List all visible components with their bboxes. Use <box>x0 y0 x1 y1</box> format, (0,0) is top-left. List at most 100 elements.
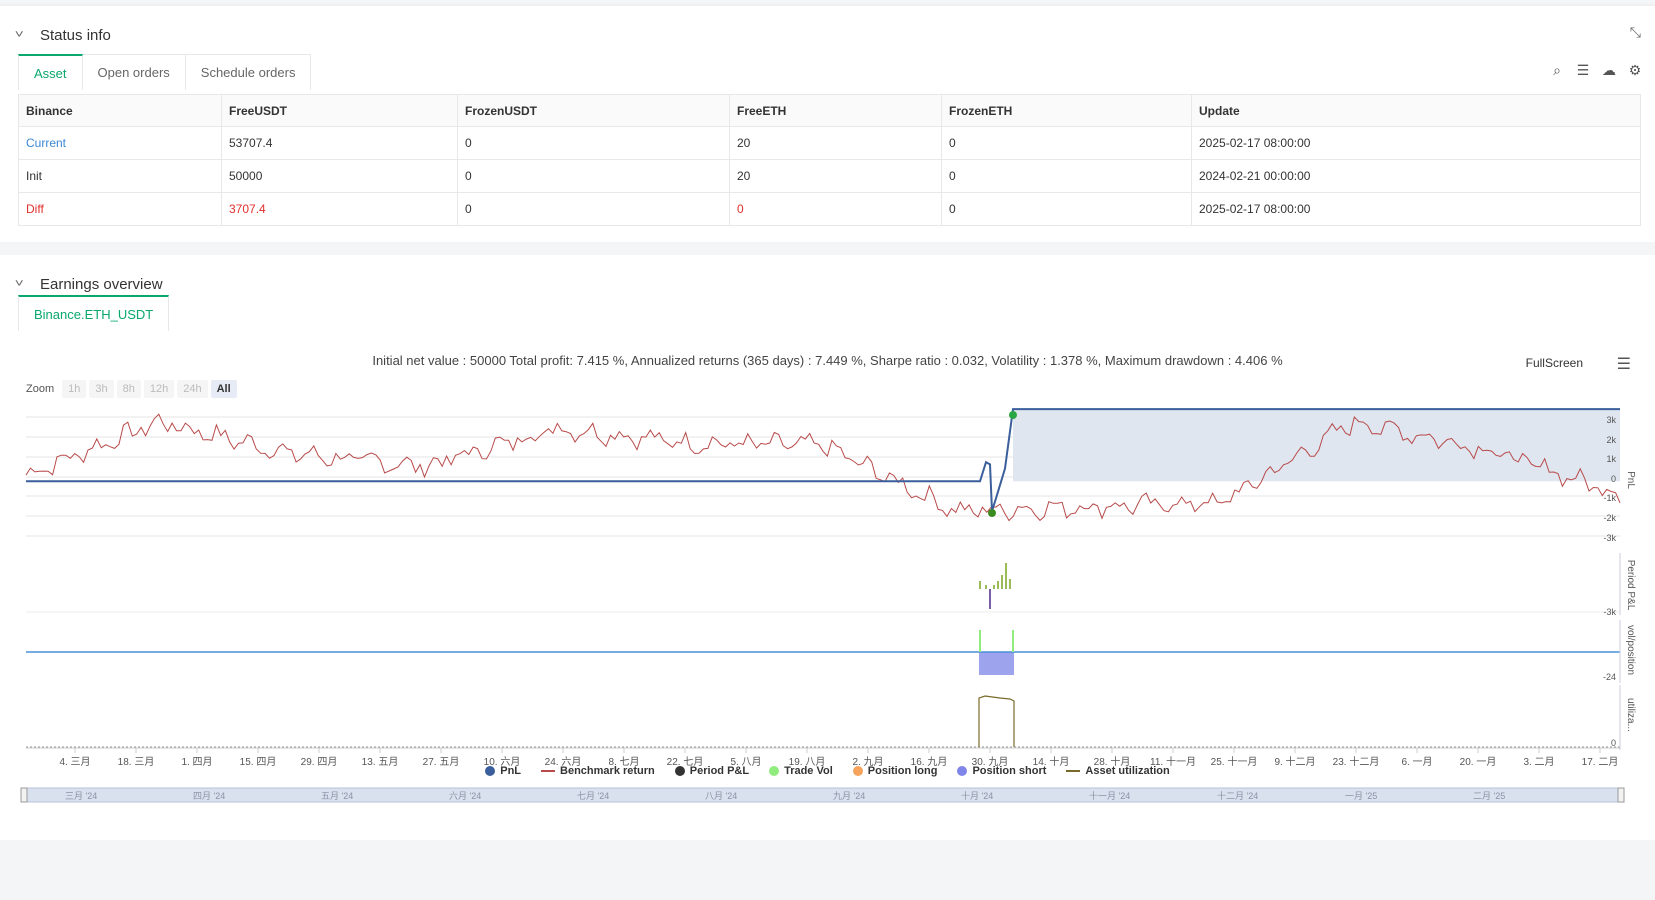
asset-table: Binance FreeUSDT FrozenUSDT FreeETH Froz… <box>18 94 1641 226</box>
legend-benchmark[interactable]: Benchmark return <box>541 765 655 777</box>
legend-label: Position short <box>972 765 1047 777</box>
period-bar <box>1001 575 1003 589</box>
table-row: Diff 3707.4 0 0 0 2025-02-17 08:00:00 <box>18 192 1641 226</box>
navigator-label: 一月 '25 <box>1345 791 1377 801</box>
legend-pnl[interactable]: PnL <box>485 765 521 777</box>
status-header[interactable]: ˅ Status info <box>15 23 111 47</box>
fullscreen-button[interactable]: FullScreen <box>1526 356 1583 370</box>
navigator-label: 八月 '24 <box>705 791 737 801</box>
period-y-tick: -3k <box>1603 607 1616 617</box>
zoom-3h-button[interactable]: 3h <box>89 380 114 398</box>
legend-label: Position long <box>867 765 938 777</box>
period-bar <box>993 585 995 589</box>
navigator-label: 十二月 '24 <box>1217 790 1258 801</box>
legend-dot-icon <box>485 766 496 776</box>
cloud-download-icon[interactable]: ☁ <box>1601 62 1617 78</box>
period-bar <box>1009 579 1011 589</box>
earnings-chart[interactable]: 3k 2k 1k 0 -1k -2k -3k PnL -3k Period P&… <box>0 405 1655 900</box>
table-cell: 2025-02-17 08:00:00 <box>1191 126 1641 160</box>
legend-period-pnl[interactable]: Period P&L <box>674 765 750 777</box>
col-binance: Binance <box>18 94 222 127</box>
table-row: Init 50000 0 20 0 2024-02-21 00:00:00 <box>18 159 1641 193</box>
zoom-all-button[interactable]: All <box>210 380 237 398</box>
position-short-area <box>979 652 1014 675</box>
table-cell: 0 <box>457 159 730 193</box>
performance-summary: Initial net value : 50000 Total profit: … <box>372 353 1283 368</box>
y-tick: -3k <box>1603 533 1616 543</box>
zoom-12h-button[interactable]: 12h <box>143 380 175 398</box>
col-frozeneth: FrozenETH <box>941 94 1192 127</box>
period-axis-title: Period P&L <box>1625 560 1636 611</box>
zoom-label: Zoom <box>26 383 55 395</box>
table-cell: 0 <box>941 159 1192 193</box>
legend-asset-utilization[interactable]: Asset utilization <box>1066 765 1170 777</box>
zoom-8h-button[interactable]: 8h <box>116 380 141 398</box>
hamburger-menu-icon[interactable]: ☰ <box>1617 354 1631 374</box>
chevron-down-icon[interactable]: ˅ <box>15 29 37 41</box>
y-tick: -1k <box>1603 493 1616 503</box>
navigator-label: 七月 '24 <box>577 791 609 801</box>
status-title: Status info <box>40 26 111 44</box>
legend-trade-vol[interactable]: Trade Vol <box>769 765 833 777</box>
period-bar <box>1005 563 1007 589</box>
period-bar <box>985 585 987 589</box>
legend-label: Period P&L <box>689 765 750 777</box>
zoom-1h-button[interactable]: 1h <box>62 380 87 398</box>
y-tick: -2k <box>1603 513 1616 523</box>
zoom-controls: Zoom 1h 3h 8h 12h 24h All <box>26 380 237 398</box>
table-cell: 3707.4 <box>221 192 458 226</box>
earnings-title: Earnings overview <box>40 275 163 293</box>
expand-icon[interactable]: ⤡ <box>1630 24 1641 41</box>
gear-icon[interactable]: ⚙ <box>1627 62 1643 78</box>
table-row: Current 53707.4 0 20 0 2025-02-17 08:00:… <box>18 126 1641 160</box>
col-freeeth: FreeETH <box>729 94 942 127</box>
y-tick: 1k <box>1606 454 1616 464</box>
table-cell: 20 <box>729 126 942 160</box>
y-tick: 2k <box>1606 435 1616 445</box>
table-header-row: Binance FreeUSDT FrozenUSDT FreeETH Froz… <box>18 94 1641 127</box>
navigator-handle-left[interactable] <box>20 787 28 803</box>
navigator-label: 十一月 '24 <box>1089 790 1130 801</box>
chart-legend: PnL Benchmark return Period P&L Trade Vo… <box>0 765 1655 777</box>
chevron-down-icon[interactable]: ˅ <box>15 278 37 290</box>
earnings-header[interactable]: ˅ Earnings overview <box>15 272 163 296</box>
table-cell: 0 <box>941 126 1192 160</box>
row-label-init: Init <box>18 159 222 193</box>
legend-position-long[interactable]: Position long <box>852 765 938 777</box>
status-panel: ˅ Status info ⤡ Asset Open orders Schedu… <box>0 4 1655 242</box>
table-cell: 2024-02-21 00:00:00 <box>1191 159 1641 193</box>
util-y-tick: 0 <box>1611 738 1616 748</box>
tab-schedule-orders[interactable]: Schedule orders <box>185 54 312 90</box>
list-icon[interactable]: ☰ <box>1575 62 1591 78</box>
pnl-fill <box>1013 409 1620 482</box>
legend-dot-icon <box>769 766 780 776</box>
table-toolbar: ⌕ ☰ ☁ ⚙ <box>1549 62 1643 78</box>
table-cell: 0 <box>941 192 1192 226</box>
table-cell: 0 <box>729 192 942 226</box>
pnl-area <box>1013 409 1620 482</box>
navigator-range[interactable] <box>23 787 1623 803</box>
tab-asset[interactable]: Asset <box>18 54 83 90</box>
tab-binance-eth-usdt[interactable]: Binance.ETH_USDT <box>18 295 170 331</box>
legend-dot-icon <box>957 766 968 776</box>
search-icon[interactable]: ⌕ <box>1549 62 1565 78</box>
table-cell: 0 <box>457 126 730 160</box>
pnl-low-marker <box>988 509 996 517</box>
period-bar <box>989 589 991 609</box>
legend-position-short[interactable]: Position short <box>957 765 1046 777</box>
navigator-label: 六月 '24 <box>449 790 481 801</box>
navigator-handle-right[interactable] <box>1617 787 1625 803</box>
col-freeusdt: FreeUSDT <box>221 94 458 127</box>
pnl-axis-title: PnL <box>1625 471 1636 489</box>
table-cell: 53707.4 <box>221 126 458 160</box>
zoom-24h-button[interactable]: 24h <box>177 380 208 398</box>
earnings-panel: ˅ Earnings overview Binance.ETH_USDT Ini… <box>0 255 1655 840</box>
navigator-label: 十月 '24 <box>961 790 993 801</box>
vol-y-tick: -24 <box>1603 672 1616 682</box>
row-label-current[interactable]: Current <box>18 126 222 160</box>
y-tick: 0 <box>1611 474 1616 484</box>
tab-open-orders[interactable]: Open orders <box>82 54 186 90</box>
navigator-label: 五月 '24 <box>321 791 353 801</box>
legend-dot-icon <box>674 766 685 776</box>
navigator-label: 四月 '24 <box>193 791 225 801</box>
